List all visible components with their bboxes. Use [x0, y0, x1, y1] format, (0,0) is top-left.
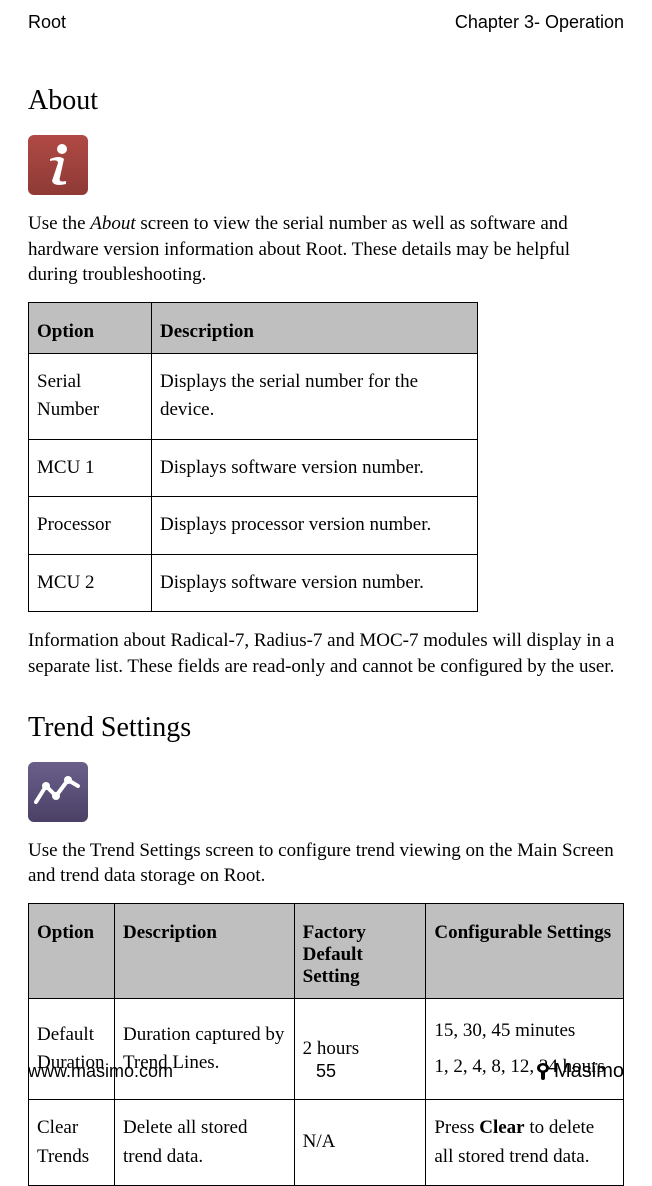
trend-heading: Trend Settings	[28, 712, 624, 744]
cell-configurable: 15, 30, 45 minutes 1, 2, 4, 8, 12, 24 ho…	[426, 998, 624, 1099]
info-icon	[28, 135, 88, 195]
about-outro: Information about Radical-7, Radius-7 an…	[28, 628, 624, 679]
cfg-bold: Clear	[479, 1117, 524, 1138]
table-row: Default Duration Duration captured by Tr…	[29, 998, 624, 1099]
cell-description: Delete all stored trend data.	[114, 1100, 294, 1186]
footer-brand: Masimo	[536, 1060, 624, 1083]
cell-description: Duration captured by Trend Lines.	[114, 998, 294, 1099]
cell-description: Displays software version number.	[152, 439, 478, 497]
cell-option: MCU 2	[29, 554, 152, 612]
footer-url: www.masimo.com	[28, 1061, 173, 1082]
header-left: Root	[28, 12, 66, 33]
header-right: Chapter 3- Operation	[455, 12, 624, 33]
cell-configurable: Press Clear to delete all stored trend d…	[426, 1100, 624, 1186]
table-row: Processor Displays processor version num…	[29, 497, 478, 555]
masimo-logo-icon	[536, 1063, 550, 1081]
cell-option: Clear Trends	[29, 1100, 115, 1186]
about-options-table: Option Description Serial Number Display…	[28, 302, 478, 613]
table-header-row: Option Description	[29, 302, 478, 353]
about-intro: Use the About screen to view the serial …	[28, 211, 624, 288]
about-italic-word: About	[90, 213, 135, 234]
footer-page-number: 55	[316, 1061, 336, 1082]
cell-option: Processor	[29, 497, 152, 555]
table-row: Serial Number Displays the serial number…	[29, 353, 478, 439]
trend-settings-table: Option Description Factory Default Setti…	[28, 903, 624, 1186]
page-footer: www.masimo.com 55 Masimo	[28, 1060, 624, 1083]
cell-description: Displays the serial number for the devic…	[152, 353, 478, 439]
col-description: Description	[114, 903, 294, 998]
table-row: Clear Trends Delete all stored trend dat…	[29, 1100, 624, 1186]
cell-factory-default: 2 hours	[294, 998, 426, 1099]
table-header-row: Option Description Factory Default Setti…	[29, 903, 624, 998]
col-configurable: Configurable Settings	[426, 903, 624, 998]
cell-option: Serial Number	[29, 353, 152, 439]
trend-icon	[28, 762, 88, 822]
col-option: Option	[29, 302, 152, 353]
footer-brand-text: Masimo	[554, 1060, 624, 1083]
config-line-1: 15, 30, 45 minutes	[434, 1013, 615, 1049]
col-option: Option	[29, 903, 115, 998]
cfg-pre: Press	[434, 1117, 479, 1138]
about-heading: About	[28, 85, 624, 117]
table-row: MCU 2 Displays software version number.	[29, 554, 478, 612]
cell-option: Default Duration	[29, 998, 115, 1099]
cell-description: Displays software version number.	[152, 554, 478, 612]
cell-factory-default: N/A	[294, 1100, 426, 1186]
col-factory-default: Factory Default Setting	[294, 903, 426, 998]
col-description: Description	[152, 302, 478, 353]
trend-intro: Use the Trend Settings screen to configu…	[28, 838, 624, 889]
cell-description: Displays processor version number.	[152, 497, 478, 555]
table-row: MCU 1 Displays software version number.	[29, 439, 478, 497]
page-header: Root Chapter 3- Operation	[28, 12, 624, 33]
cell-option: MCU 1	[29, 439, 152, 497]
